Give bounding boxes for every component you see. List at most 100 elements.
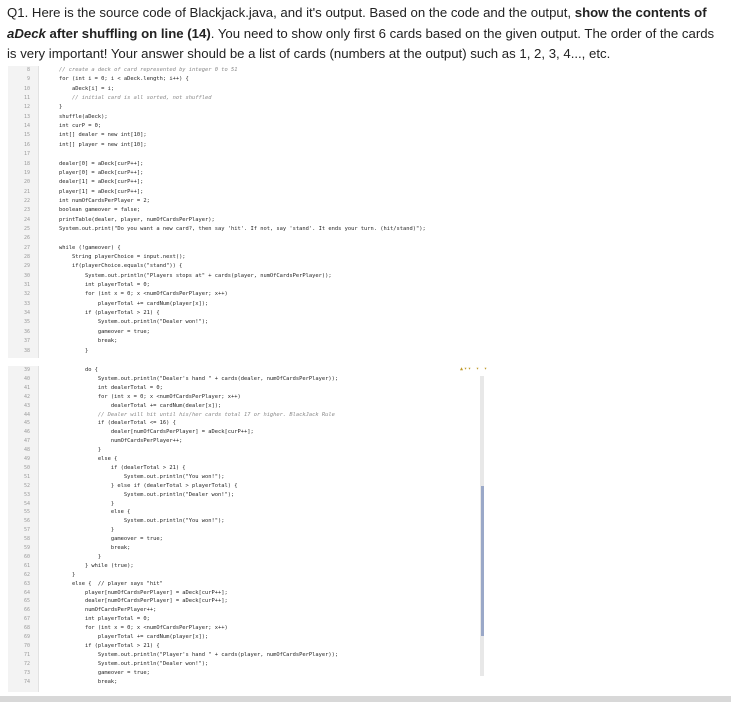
code-line: } [46,347,89,354]
line-number: 33 [23,300,30,307]
code-line: System.out.print("Do you want a new card… [46,225,426,232]
code-line: System.out.println("Dealer's hand " + ca… [46,375,339,382]
line-number: 69 [23,634,30,640]
line-number: 57 [23,527,30,534]
code-line: // initial card is all sorted, not shuff… [46,95,212,102]
line-number: 50 [23,464,30,471]
question-bold-lead: show the contents of [574,5,707,20]
line-number: 62 [23,571,30,578]
line-number: 28 [23,254,30,260]
code-line: dealer[0] = aDeck[curP++]; [46,160,144,167]
code-line: numOfCardsPerPlayer++; [46,607,157,614]
code-line: if (dealerTotal <= 16) { [46,420,176,427]
line-number: 41 [23,384,30,391]
code-line: System.out.println("You won!"); [46,518,225,525]
code-line: } [46,447,102,454]
line-number: 67 [23,616,30,623]
line-number: 21 [23,188,30,195]
code-line: // create a deck of card represented by … [46,67,238,73]
line-number: 22 [23,197,30,204]
line-number: 71 [23,651,30,658]
code-line: break; [46,545,131,551]
line-number: 47 [23,438,30,445]
line-number: 46 [23,429,30,436]
code-line: numOfCardsPerPlayer++; [46,438,183,445]
line-number: 65 [23,598,30,605]
code-line: dealer[1] = aDeck[curP++]; [46,179,144,186]
code-line: String playerChoice = input.next(); [46,254,186,260]
code-line: shuffle(aDeck); [46,113,108,120]
line-number: 66 [23,607,30,614]
code-line: dealerTotal += cardNum(dealer[x]); [46,402,222,409]
code-line: System.out.println("Player's hand " + ca… [46,651,339,658]
line-number: 34 [23,310,30,317]
line-number: 24 [23,216,30,223]
code-line: System.out.println("Players stops at" + … [46,272,332,279]
line-number: 17 [23,151,30,158]
code-line: printTable(dealer, player, numOfCardsPer… [46,216,215,223]
line-number: 54 [23,500,30,507]
question-text: Q1. Here is the source code of Blackjack… [7,3,725,65]
code-line: System.out.println("Dealer won!"); [46,319,209,326]
code-line: else { [46,456,118,462]
line-number: 45 [23,420,30,427]
line-number: 61 [23,562,30,569]
code-line: player[numOfCardsPerPlayer] = aDeck[curP… [46,589,228,596]
line-number: 72 [23,660,30,667]
line-number: 13 [23,113,30,120]
code-line: // Dealer will hit until his/her cards t… [46,411,335,418]
scroll-markers: ▲▾▾ ▾ ▾ [460,366,489,372]
line-number: 74 [23,678,30,685]
line-number: 26 [23,235,30,242]
line-number: 15 [23,132,30,139]
line-number: 18 [23,160,30,167]
line-number: 55 [23,509,30,516]
code-line: } else if (dealerTotal > playerTotal) { [46,482,238,489]
code-line: } [46,571,76,578]
code-line: int playerTotal = 0; [46,616,150,623]
line-number: 56 [23,518,30,525]
line-number: 16 [23,141,30,148]
scrollbar-thumb[interactable] [480,486,484,636]
line-number: 9 [26,76,30,83]
code-line: for (int x = 0; x <numOfCardsPerPlayer; … [46,625,228,632]
line-number: 11 [23,95,30,102]
line-number: 8 [26,67,30,73]
code-line: gameover = true; [46,536,163,543]
line-number: 20 [23,179,30,186]
code-line: playerTotal += cardNum(player[x]); [46,300,209,307]
code-line: do { [46,367,98,373]
line-number: 58 [23,536,30,543]
line-number: 63 [23,580,30,587]
line-number: 27 [23,244,30,251]
code-line: player[0] = aDeck[curP++]; [46,169,144,176]
code-line: if(playerChoice.equals("stand")) { [46,263,183,270]
code-line: System.out.println("Dealer won!"); [46,660,209,667]
question-prefix: Q1. Here is the source code of Blackjack… [7,5,575,20]
line-number: 19 [23,169,30,176]
code-line: int numOfCardsPerPlayer = 2; [46,197,150,204]
code-screenshot-bottom: ▲▾▾ ▾ ▾ 39 do {40 System.out.println("De… [8,366,488,692]
line-number: 37 [23,338,30,345]
code-line: } [46,104,63,111]
line-number: 48 [23,447,30,454]
code-line: int[] player = new int[10]; [46,141,147,148]
line-number: 31 [23,282,30,289]
line-number: 70 [23,642,30,649]
code-line: for (int x = 0; x <numOfCardsPerPlayer; … [46,393,241,400]
line-number: 49 [23,456,30,462]
line-number: 12 [23,104,30,111]
line-number: 59 [23,545,30,551]
code-line: else { [46,509,131,516]
code-line: int[] dealer = new int[10]; [46,132,147,139]
code-line: dealer[numOfCardsPerPlayer] = aDeck[curP… [46,598,228,605]
code-line: dealer[numOfCardsPerPlayer] = aDeck[curP… [46,429,254,436]
line-number: 64 [23,589,30,596]
code-line: else { // player says "hit" [46,580,163,587]
code-line: if (playerTotal > 21) { [46,642,160,649]
line-number: 30 [23,272,30,279]
line-number: 60 [23,553,30,560]
code-line: gameover = true; [46,328,150,335]
question-bold-tail: after shuffling on line (14) [45,25,211,41]
code-line: break; [46,678,118,685]
